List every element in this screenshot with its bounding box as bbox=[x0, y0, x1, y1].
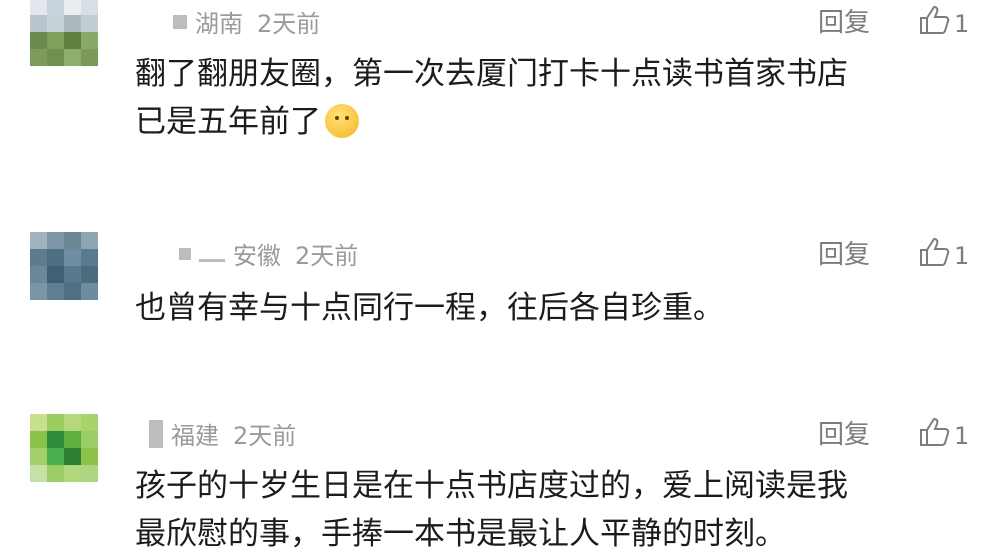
avatar-pixel bbox=[30, 465, 47, 482]
avatar-pixel bbox=[30, 15, 47, 32]
like-count: 1 bbox=[954, 422, 970, 450]
avatar-pixel bbox=[64, 49, 81, 66]
username-blurred[interactable] bbox=[179, 247, 191, 260]
avatar-pixel bbox=[30, 431, 47, 448]
thumbs-up-icon bbox=[920, 5, 950, 34]
comment-line: 孩子的十岁生日是在十点书店度过的，爱上阅读是我 bbox=[135, 468, 848, 504]
comment-text: 翻了翻朋友圈，第一次去厦门打卡十点读书首家书店 已是五年前了 bbox=[135, 50, 848, 146]
username-blurred[interactable] bbox=[149, 419, 163, 448]
region-label: 安徽 bbox=[233, 242, 281, 270]
avatar-pixel bbox=[81, 448, 98, 465]
avatar-pixel bbox=[47, 232, 64, 249]
avatar-pixel bbox=[30, 232, 47, 249]
region-label: 福建 bbox=[171, 422, 219, 450]
avatar-pixel bbox=[81, 32, 98, 49]
avatar[interactable] bbox=[30, 232, 98, 300]
avatar-pixel bbox=[64, 448, 81, 465]
avatar-pixel bbox=[64, 232, 81, 249]
avatar-pixel bbox=[30, 414, 47, 431]
like-button[interactable]: 1 bbox=[918, 416, 969, 448]
avatar-pixel bbox=[47, 283, 64, 300]
avatar-pixel bbox=[30, 32, 47, 49]
username-blurred[interactable] bbox=[199, 259, 225, 262]
avatar-pixel bbox=[47, 465, 64, 482]
avatar-pixel bbox=[64, 465, 81, 482]
avatar-pixel bbox=[64, 249, 81, 266]
comment-text: 也曾有幸与十点同行一程，往后各自珍重。 bbox=[135, 284, 724, 332]
comment-line: 也曾有幸与十点同行一程，往后各自珍重。 bbox=[135, 290, 724, 326]
avatar-pixel bbox=[64, 266, 81, 283]
avatar-pixel bbox=[30, 249, 47, 266]
avatar-pixel bbox=[47, 0, 64, 15]
reply-button[interactable]: 回复 bbox=[818, 2, 870, 39]
avatar-pixel bbox=[64, 414, 81, 431]
avatar-pixel bbox=[81, 49, 98, 66]
avatar-pixel bbox=[30, 283, 47, 300]
face-with-hand-over-mouth-icon bbox=[325, 104, 359, 138]
username-blurred[interactable] bbox=[173, 14, 187, 29]
avatar[interactable] bbox=[30, 0, 98, 66]
avatar-pixel bbox=[47, 15, 64, 32]
like-button[interactable]: 1 bbox=[918, 4, 969, 36]
comment-line: 最欣慰的事，手捧一本书是最让人平静的时刻。 bbox=[135, 516, 786, 552]
thumbs-up-icon bbox=[920, 417, 950, 446]
region-label: 湖南 bbox=[195, 10, 243, 38]
avatar-pixel bbox=[64, 283, 81, 300]
thumbs-up-icon bbox=[920, 237, 950, 266]
avatar-pixel bbox=[81, 0, 98, 15]
timestamp: 2天前 bbox=[295, 242, 359, 270]
avatar-pixel bbox=[81, 431, 98, 448]
avatar-pixel bbox=[30, 448, 47, 465]
comment-line: 翻了翻朋友圈，第一次去厦门打卡十点读书首家书店 bbox=[135, 56, 848, 92]
comment-meta: 安徽 2天前 bbox=[135, 236, 358, 271]
like-count: 1 bbox=[954, 242, 970, 270]
timestamp: 2天前 bbox=[257, 10, 321, 38]
avatar-pixel bbox=[47, 49, 64, 66]
avatar-pixel bbox=[81, 465, 98, 482]
avatar-pixel bbox=[81, 414, 98, 431]
avatar-pixel bbox=[30, 49, 47, 66]
avatar-pixel bbox=[30, 266, 47, 283]
avatar-pixel bbox=[47, 414, 64, 431]
avatar-pixel bbox=[47, 266, 64, 283]
timestamp: 2天前 bbox=[233, 422, 297, 450]
avatar-pixel bbox=[47, 431, 64, 448]
avatar-pixel bbox=[81, 232, 98, 249]
avatar-pixel bbox=[81, 266, 98, 283]
avatar-pixel bbox=[64, 431, 81, 448]
comment-text: 孩子的十岁生日是在十点书店度过的，爱上阅读是我 最欣慰的事，手捧一本书是最让人平… bbox=[135, 462, 848, 558]
avatar-pixel bbox=[47, 249, 64, 266]
avatar-pixel bbox=[81, 15, 98, 32]
comment-line: 已是五年前了 bbox=[135, 104, 321, 140]
avatar-pixel bbox=[64, 15, 81, 32]
avatar-pixel bbox=[81, 249, 98, 266]
avatar-pixel bbox=[47, 32, 64, 49]
avatar-pixel bbox=[64, 0, 81, 15]
avatar[interactable] bbox=[30, 414, 98, 482]
avatar-pixel bbox=[30, 0, 47, 15]
avatar-pixel bbox=[81, 283, 98, 300]
like-count: 1 bbox=[954, 10, 970, 38]
avatar-pixel bbox=[64, 32, 81, 49]
comment-meta: 湖南 2天前 bbox=[135, 4, 320, 39]
like-button[interactable]: 1 bbox=[918, 236, 969, 268]
comment-meta: 福建 2天前 bbox=[135, 416, 296, 451]
reply-button[interactable]: 回复 bbox=[818, 234, 870, 271]
avatar-pixel bbox=[47, 448, 64, 465]
reply-button[interactable]: 回复 bbox=[818, 414, 870, 451]
